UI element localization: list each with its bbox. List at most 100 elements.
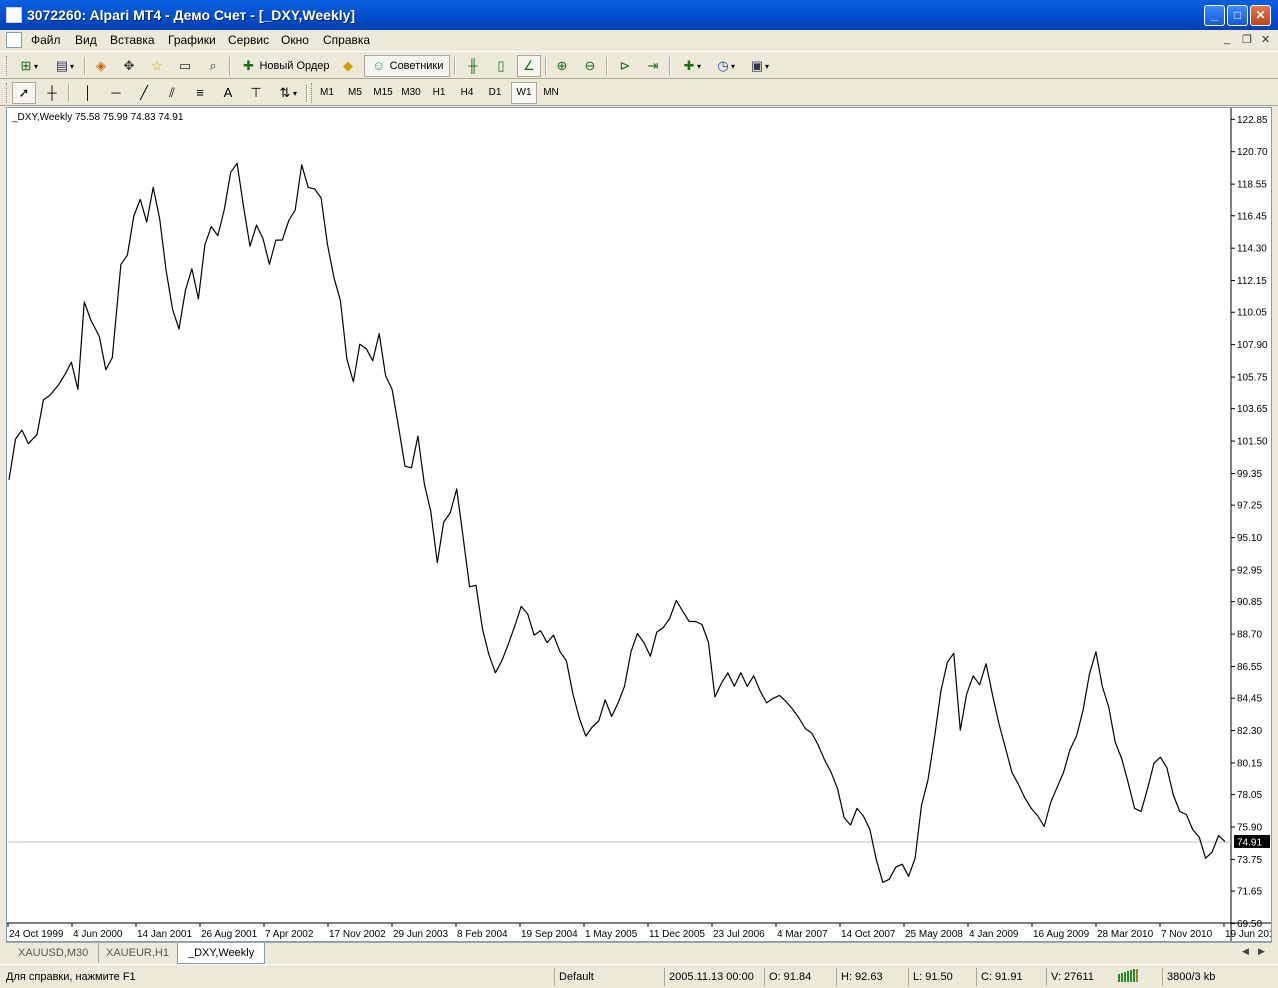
y-tick-label: 86.55 (1237, 662, 1262, 673)
zoom-in-button[interactable]: ⊕ (550, 55, 574, 77)
text-tool[interactable]: A (216, 82, 240, 104)
status-open: O: 91.84 (764, 968, 834, 986)
zoom-out-button[interactable]: ⊖ (578, 55, 602, 77)
tab-prev-arrow-icon[interactable]: ◀ (1242, 946, 1249, 957)
chart-shift-button[interactable]: ⇥ (641, 55, 665, 77)
warning-icon: ◆ (343, 58, 353, 73)
toolbar-grip[interactable] (6, 56, 9, 76)
menu-help[interactable]: Справка (323, 33, 370, 47)
text-label-tool[interactable]: ⊤ (244, 82, 268, 104)
toolbar-separator (606, 57, 608, 75)
timeframe-m30[interactable]: M30 (398, 82, 424, 104)
navigator-button[interactable]: ☆ (145, 55, 169, 77)
toolbar-separator (306, 84, 308, 102)
timeframe-h4[interactable]: H4 (454, 82, 480, 104)
maximize-button[interactable]: □ (1227, 5, 1248, 26)
timeframe-m15[interactable]: M15 (370, 82, 396, 104)
alert-button[interactable]: ◆ (336, 55, 360, 77)
x-tick-label: 7 Apr 2002 (265, 929, 314, 940)
y-tick-label: 71.65 (1237, 887, 1262, 898)
menu-window[interactable]: Окно (281, 33, 309, 47)
strategy-tester-button[interactable]: ⌕ (201, 55, 225, 77)
periods-button[interactable]: ◷ ▾ (710, 55, 740, 77)
timeframe-w1[interactable]: W1 (511, 82, 537, 104)
candlestick-button[interactable]: ▯ (489, 55, 513, 77)
menu-file[interactable]: Файл (31, 33, 61, 47)
timeframe-d1[interactable]: D1 (482, 82, 508, 104)
y-tick-label: 90.85 (1237, 597, 1262, 608)
experts-icon: ☺ (371, 58, 386, 73)
menu-charts[interactable]: Графики (168, 33, 216, 47)
timeframe-h1[interactable]: H1 (426, 82, 452, 104)
x-tick-label: 14 Jan 2001 (137, 929, 192, 940)
current-price-label: 74.91 (1237, 837, 1262, 848)
arrows-icon: ⇅ (279, 85, 291, 100)
trendline-tool[interactable]: ╱ (132, 82, 156, 104)
y-tick-label: 101.50 (1237, 437, 1268, 448)
new-order-button[interactable]: ✚ Новый Ордер (235, 55, 335, 77)
timeframe-mn[interactable]: MN (538, 82, 564, 104)
status-help: Для справки, нажмите F1 (6, 971, 136, 983)
menu-insert[interactable]: Вставка (110, 33, 155, 47)
mdi-restore-button[interactable]: ❐ (1242, 33, 1252, 46)
fibonacci-icon: ≡ (196, 85, 204, 100)
crosshair-tool[interactable]: ┼ (40, 82, 64, 104)
zoom-in-icon: ⊕ (556, 58, 568, 73)
x-tick-label: 4 Mar 2007 (777, 929, 828, 940)
arrows-tool[interactable]: ⇅ ▾ (272, 82, 302, 104)
tab-xaueur-h1[interactable]: XAUEUR,H1 (96, 943, 180, 963)
y-tick-label: 97.25 (1237, 501, 1262, 512)
y-tick-label: 120.70 (1237, 147, 1268, 158)
menu-tools[interactable]: Сервис (228, 33, 269, 47)
auto-scroll-button[interactable]: ⊳ (613, 55, 637, 77)
experts-button[interactable]: ☺ Советники (364, 55, 450, 77)
crosshair-icon: ┼ (47, 85, 57, 100)
crosshair-icon: ✥ (123, 58, 135, 73)
new-order-label: Новый Ордер (259, 60, 330, 72)
vertical-line-tool[interactable]: │ (76, 82, 100, 104)
x-tick-label: 29 Jun 2003 (393, 929, 448, 940)
templates-button[interactable]: ▣ ▾ (744, 55, 774, 77)
y-tick-label: 88.70 (1237, 630, 1262, 641)
mdi-close-button[interactable]: ✕ (1261, 33, 1270, 46)
clock-icon: ◷ (717, 58, 729, 73)
y-tick-label: 118.55 (1237, 180, 1267, 191)
timeframe-m5[interactable]: M5 (342, 82, 368, 104)
indicators-button[interactable]: ✚ ▾ (676, 55, 706, 77)
horizontal-line-tool[interactable]: ─ (104, 82, 128, 104)
toolbar-separator (669, 57, 671, 75)
x-tick-label: 19 Sep 2004 (521, 929, 578, 940)
new-order-icon: ✚ (243, 58, 254, 73)
mdi-minimize-button[interactable]: _ (1224, 33, 1230, 45)
line-chart-button[interactable]: ∠ (517, 55, 541, 77)
menu-view[interactable]: Вид (75, 33, 97, 47)
menu-bar: Файл Вид Вставка Графики Сервис Окно Спр… (0, 30, 1278, 50)
y-tick-label: 114.30 (1237, 244, 1267, 255)
data-window-button[interactable]: ✥ (117, 55, 141, 77)
status-bar: Для справки, нажмите F1 Default 2005.11.… (0, 964, 1278, 988)
x-tick-label: 4 Jun 2000 (73, 929, 123, 940)
chart-window[interactable]: 122.85 120.70 118.55 116.45 114.30 112.15 110.… (6, 107, 1272, 942)
x-tick-label: 11 Dec 2005 (649, 929, 705, 940)
close-button[interactable]: ✕ (1250, 5, 1271, 26)
profiles-button[interactable]: ▤ ▾ (48, 55, 80, 77)
timeframe-m1[interactable]: M1 (314, 82, 340, 104)
fibonacci-tool[interactable]: ≡ (188, 82, 212, 104)
tab-dxy-weekly[interactable]: _DXY,Weekly (177, 943, 266, 964)
x-tick-label: 1 May 2005 (585, 929, 638, 940)
equidistant-channel-tool[interactable]: ⫽ (160, 82, 184, 104)
terminal-button[interactable]: ▭ (173, 55, 197, 77)
cursor-tool[interactable]: ➚ (12, 82, 36, 104)
templates-icon: ▣ (750, 58, 764, 73)
minimize-button[interactable]: _ (1204, 5, 1225, 26)
tab-next-arrow-icon[interactable]: ▶ (1258, 946, 1265, 957)
chart-window-icon[interactable] (6, 32, 22, 48)
bar-chart-button[interactable]: ╫ (461, 55, 485, 77)
toolbar-grip[interactable] (6, 83, 9, 103)
zoom-out-icon: ⊖ (584, 58, 596, 73)
new-chart-button[interactable]: ⊞ ▾ (12, 55, 44, 77)
price-chart[interactable]: 122.85 120.70 118.55 116.45 114.30 112.15 110.… (7, 108, 1271, 941)
market-watch-button[interactable]: ◈ (89, 55, 113, 77)
tab-xauusd-m30[interactable]: XAUUSD,M30 (8, 943, 100, 963)
y-tick-label: 110.05 (1237, 308, 1267, 319)
